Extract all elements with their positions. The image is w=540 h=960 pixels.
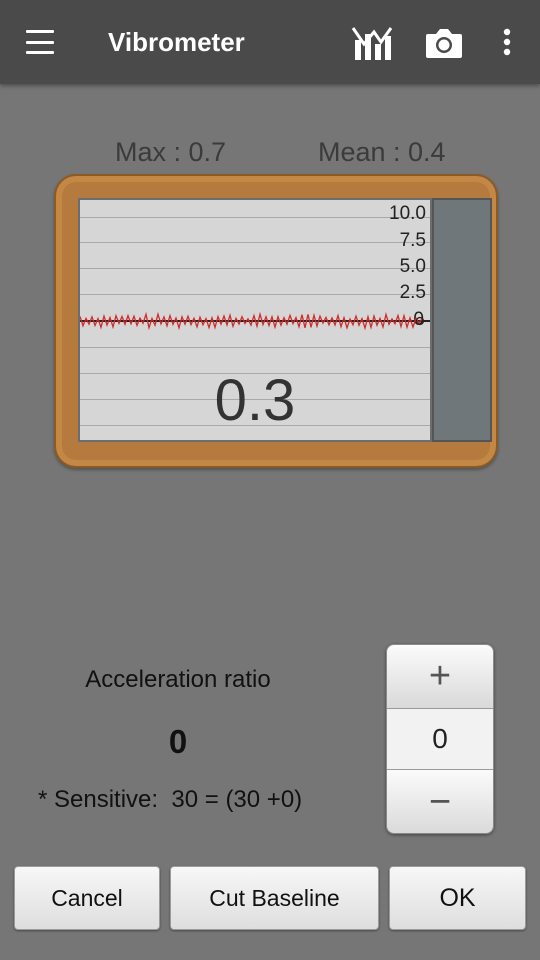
more-vert-icon[interactable] [490, 20, 524, 64]
cut-baseline-button[interactable]: Cut Baseline [170, 866, 379, 930]
increment-button[interactable]: + [387, 645, 493, 709]
menu-icon[interactable] [20, 26, 60, 58]
stepper-value: 0 [387, 709, 493, 769]
camera-icon[interactable] [422, 20, 466, 64]
max-stat: Max : 0.7 [115, 137, 227, 167]
mean-stat: Mean : 0.4 [318, 137, 446, 167]
acceleration-ratio-value: 0 [168, 723, 188, 760]
cancel-button[interactable]: Cancel [14, 866, 160, 930]
level-bar [432, 198, 492, 442]
acceleration-ratio-label: Acceleration ratio [85, 666, 271, 693]
chart-icon[interactable] [350, 20, 394, 64]
vibration-graph: 10.0 7.5 5.0 2.5 0 0.3 [78, 198, 432, 442]
app-title: Vibrometer [108, 27, 245, 57]
app-bar: Vibrometer [0, 0, 540, 84]
ok-button[interactable]: OK [389, 866, 526, 930]
ratio-stepper: + 0 − [386, 644, 494, 834]
sensitive-text: * Sensitive: 30 = (30 +0) [38, 786, 303, 813]
decrement-button[interactable]: − [387, 769, 493, 833]
current-value: 0.3 [214, 368, 296, 433]
